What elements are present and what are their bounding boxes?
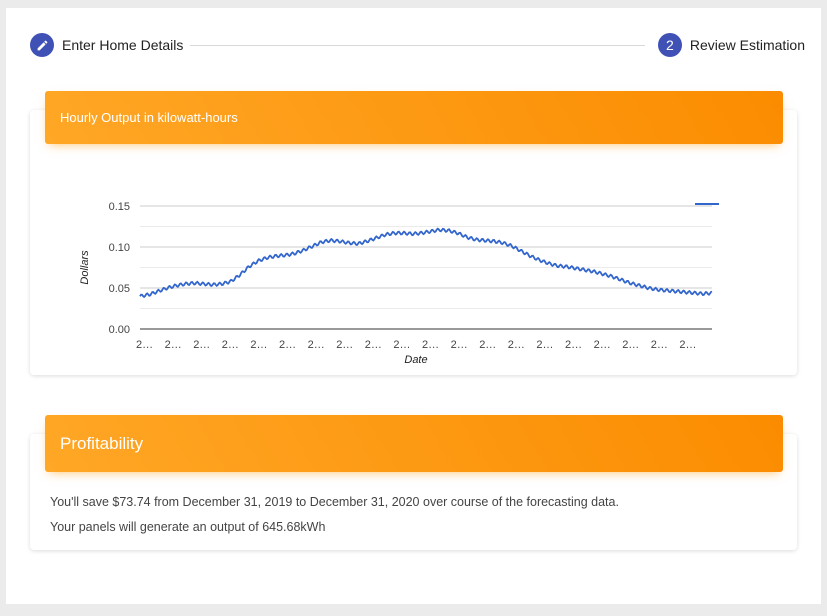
x-tick-label: 2… [565, 339, 582, 351]
step-review-estimation[interactable]: 2 Review Estimation [657, 32, 805, 58]
x-tick-label: 2… [679, 339, 696, 351]
y-tick-label: 0.05 [109, 283, 130, 295]
y-axis-title: Dollars [79, 250, 91, 285]
x-tick-label: 2… [165, 339, 182, 351]
x-axis-title: Date [404, 354, 427, 366]
step-1-label: Enter Home Details [62, 37, 184, 53]
pencil-icon [30, 33, 54, 57]
hourly-output-header: Hourly Output in kilowatt-hours [45, 91, 783, 144]
x-tick-label: 2… [536, 339, 553, 351]
y-tick-label: 0.00 [109, 324, 130, 336]
step-2-number: 2 [657, 33, 682, 57]
stepper-connector [190, 45, 645, 46]
page-container: Enter Home Details 2 Review Estimation H… [6, 8, 821, 604]
series-line [139, 227, 713, 299]
hourly-output-card: Hourly Output in kilowatt-hours 0.00 0.05… [30, 91, 797, 375]
x-tick-label: 2… [365, 339, 382, 351]
x-tick-label: 2… [336, 339, 353, 351]
y-tick-label: 0.15 [109, 201, 130, 213]
x-tick-label: 2… [651, 339, 668, 351]
step-enter-home-details[interactable]: Enter Home Details [30, 32, 183, 58]
y-tick-label: 0.10 [109, 242, 130, 254]
chart-svg: 0.00 0.05 0.10 0.15 2… 2… 2… 2… 2… 2… 2… 2… 2… 2… 2… 2…… [79, 201, 713, 366]
x-tick-label: 2… [594, 339, 611, 351]
stepper: Enter Home Details 2 Review Estimation [30, 32, 805, 58]
x-tick-label: 2… [508, 339, 525, 351]
x-tick-label: 2… [136, 339, 153, 351]
profitability-title: Profitability [60, 433, 144, 453]
profitability-header: Profitability [45, 415, 783, 472]
hourly-output-title: Hourly Output in kilowatt-hours [60, 110, 238, 125]
x-tick-label: 2… [479, 339, 496, 351]
x-tick-label: 2… [222, 339, 239, 351]
x-tick-label: 2… [193, 339, 210, 351]
profitability-card: Profitability You'll save $73.74 from De… [30, 415, 797, 550]
x-tick-label: 2… [279, 339, 296, 351]
x-tick-label: 2… [308, 339, 325, 351]
x-tick-label: 2… [622, 339, 639, 351]
hourly-output-chart: 0.00 0.05 0.10 0.15 2… 2… 2… 2… 2… 2… 2… 2… 2… 2… 2… 2…… [60, 180, 750, 370]
x-tick-label: 2… [451, 339, 468, 351]
profitability-body: You'll save $73.74 from December 31, 201… [50, 490, 619, 540]
x-tick-label: 2… [422, 339, 439, 351]
x-tick-label: 2… [250, 339, 267, 351]
legend-series-swatch [695, 203, 719, 205]
step-2-label: Review Estimation [689, 37, 805, 53]
x-tick-label: 2… [393, 339, 410, 351]
output-text: Your panels will generate an output of 6… [50, 520, 326, 534]
savings-text: You'll save $73.74 from December 31, 201… [50, 495, 619, 509]
